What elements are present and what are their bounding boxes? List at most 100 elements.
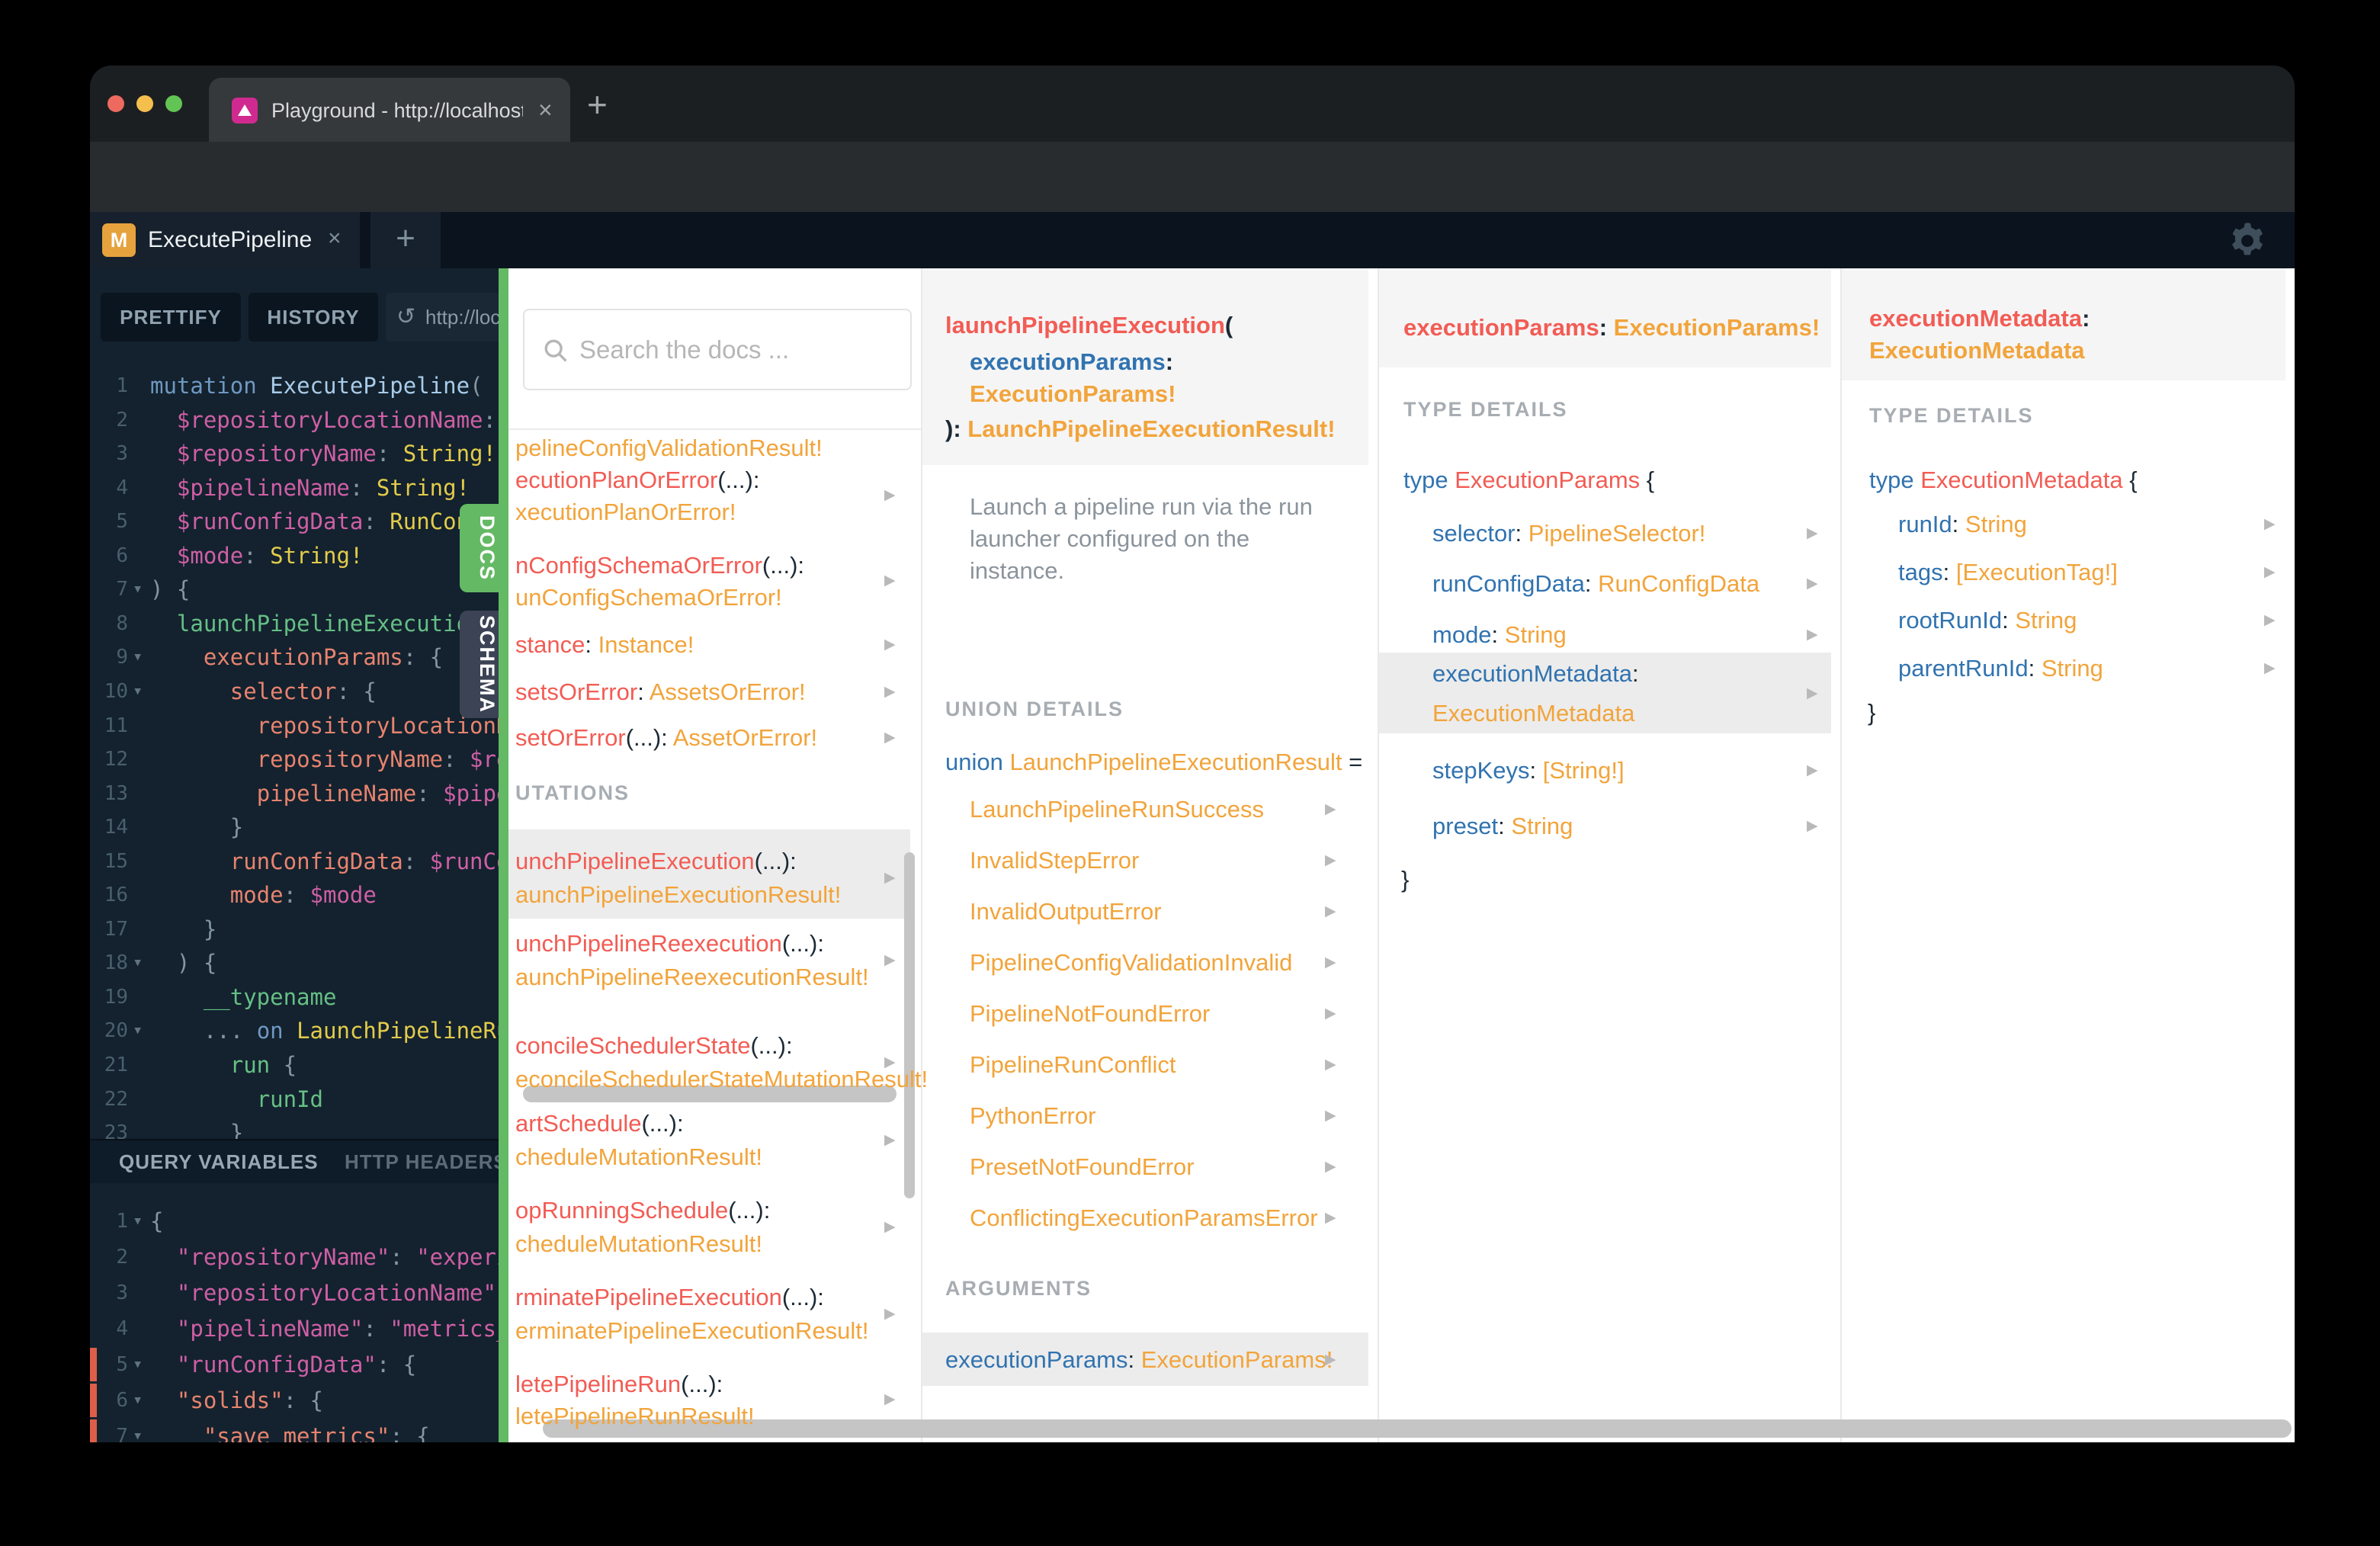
doc-field-row[interactable]: aunchPipelineExecutionResult! bbox=[515, 880, 841, 910]
doc-field-row[interactable]: rootRunId: String bbox=[1898, 605, 2077, 636]
expand-arrow-icon[interactable]: ▶ bbox=[2264, 563, 2276, 582]
code-line[interactable]: 20▾ ... on LaunchPipelineRunSuccess { bbox=[90, 1014, 508, 1047]
doc-field-row[interactable]: parentRunId: String bbox=[1898, 653, 2103, 684]
tab-query-variables[interactable]: QUERY VARIABLES bbox=[119, 1150, 319, 1174]
code-line[interactable]: 18 ▾ ) { bbox=[90, 946, 508, 980]
doc-field-row[interactable]: InvalidStepError bbox=[970, 845, 1139, 876]
code-line[interactable]: 9 ▾ executionParams: { bbox=[90, 640, 508, 674]
expand-arrow-icon[interactable]: ▶ bbox=[884, 729, 896, 747]
code-line[interactable]: 7 ▾) { bbox=[90, 573, 508, 606]
zoom-window-button[interactable] bbox=[165, 95, 182, 112]
new-tab-button[interactable]: + bbox=[587, 87, 608, 122]
doc-field-row[interactable]: artSchedule(...): bbox=[515, 1108, 684, 1139]
doc-field-row[interactable]: runConfigData: RunConfigData bbox=[1432, 569, 1759, 599]
code-line[interactable]: 8 launchPipelineExecution( bbox=[90, 607, 508, 640]
close-playground-tab-icon[interactable]: × bbox=[328, 226, 342, 252]
query-editor[interactable]: PRETTIFY HISTORY ↺ http://loc 1 mutation … bbox=[90, 268, 508, 1442]
expand-arrow-icon[interactable]: ▶ bbox=[884, 869, 896, 887]
code-line[interactable]: 14 } bbox=[90, 810, 508, 844]
doc-field-row[interactable]: InvalidOutputError bbox=[970, 896, 1162, 927]
code-line[interactable]: 19 __typename bbox=[90, 980, 508, 1014]
code-line[interactable]: 22 runId bbox=[90, 1083, 508, 1116]
expand-arrow-icon[interactable]: ▶ bbox=[1807, 575, 1818, 593]
fold-arrow-icon[interactable]: ▾ bbox=[133, 946, 143, 980]
code-line[interactable]: 12 repositoryName: $repositoryName bbox=[90, 743, 508, 776]
doc-field-row[interactable]: setOrError(...): AssetOrError! bbox=[515, 723, 817, 753]
expand-arrow-icon[interactable]: ▶ bbox=[884, 951, 896, 970]
code-line[interactable]: 7 ▾ "save_metrics": { bbox=[90, 1419, 508, 1442]
expand-arrow-icon[interactable]: ▶ bbox=[884, 1218, 896, 1236]
expand-arrow-icon[interactable]: ▶ bbox=[884, 486, 896, 505]
doc-field-row[interactable]: executionParams: ExecutionParams! bbox=[945, 1345, 1333, 1375]
expand-arrow-icon[interactable]: ▶ bbox=[884, 636, 896, 654]
expand-arrow-icon[interactable]: ▶ bbox=[884, 1131, 896, 1150]
doc-field-row[interactable]: letePipelineRunResult! bbox=[515, 1401, 755, 1432]
code-line[interactable]: 2 "repositoryName": "experimental_reposi… bbox=[90, 1240, 508, 1274]
code-line[interactable]: 10 ▾ selector: { bbox=[90, 675, 508, 708]
expand-arrow-icon[interactable]: ▶ bbox=[1325, 1056, 1336, 1074]
doc-field-row[interactable]: unConfigSchemaOrError! bbox=[515, 582, 782, 613]
code-line[interactable]: 15 runConfigData: $runConfigData bbox=[90, 845, 508, 878]
expand-arrow-icon[interactable]: ▶ bbox=[1325, 1005, 1336, 1023]
minimize-window-button[interactable] bbox=[136, 95, 153, 112]
fold-arrow-icon[interactable]: ▾ bbox=[133, 1348, 143, 1381]
expand-arrow-icon[interactable]: ▶ bbox=[1807, 626, 1818, 644]
docs-search-box[interactable] bbox=[523, 309, 912, 390]
expand-arrow-icon[interactable]: ▶ bbox=[1807, 524, 1818, 543]
expand-arrow-icon[interactable]: ▶ bbox=[1325, 800, 1336, 819]
doc-field-row[interactable]: LaunchPipelineRunSuccess bbox=[970, 794, 1264, 825]
tab-http-headers[interactable]: HTTP HEADERS bbox=[345, 1150, 508, 1174]
doc-field-row[interactable]: unchPipelineExecution(...): bbox=[515, 846, 797, 877]
doc-field-row[interactable]: opRunningSchedule(...): bbox=[515, 1195, 770, 1226]
close-tab-icon[interactable]: × bbox=[538, 96, 553, 123]
doc-field-row[interactable]: xecutionPlanOrError! bbox=[515, 497, 736, 528]
code-line[interactable]: 5 ▾ "runConfigData": { bbox=[90, 1348, 508, 1381]
expand-arrow-icon[interactable]: ▶ bbox=[1325, 1107, 1336, 1125]
doc-field-row[interactable]: erminatePipelineExecutionResult! bbox=[515, 1316, 869, 1346]
code-line[interactable]: 4 $pipelineName: String! bbox=[90, 471, 508, 505]
doc-field-row[interactable]: cheduleMutationResult! bbox=[515, 1142, 762, 1172]
doc-field-row[interactable]: econcileSchedulerStateMutationResult! bbox=[515, 1064, 928, 1095]
doc-field-row[interactable]: letePipelineRun(...): bbox=[515, 1369, 723, 1400]
doc-field-row[interactable]: rminatePipelineExecution(...): bbox=[515, 1282, 824, 1313]
expand-arrow-icon[interactable]: ▶ bbox=[1325, 852, 1336, 870]
doc-field-row[interactable]: PythonError bbox=[970, 1101, 1095, 1131]
code-line[interactable]: 11 repositoryLocationName: $repositoryLo… bbox=[90, 709, 508, 743]
settings-gear-icon[interactable] bbox=[2226, 220, 2269, 262]
doc-field-row[interactable]: ConflictingExecutionParamsError bbox=[970, 1203, 1318, 1233]
doc-field-row[interactable]: runId: String bbox=[1898, 509, 2027, 540]
doc-field-row[interactable]: setsOrError: AssetsOrError! bbox=[515, 677, 806, 707]
fold-arrow-icon[interactable]: ▾ bbox=[133, 1384, 143, 1417]
doc-field-row[interactable]: PipelineRunConflict bbox=[970, 1050, 1176, 1080]
doc-field-row[interactable]: pelineConfigValidationResult! bbox=[515, 433, 823, 463]
expand-arrow-icon[interactable]: ▶ bbox=[2264, 611, 2276, 630]
doc-field-row[interactable]: mode: String bbox=[1432, 620, 1567, 650]
code-line[interactable]: 1 ▾ { bbox=[90, 1204, 508, 1238]
new-playground-tab-button[interactable]: + bbox=[370, 212, 441, 268]
fold-arrow-icon[interactable]: ▾ bbox=[133, 1419, 143, 1442]
browser-tab[interactable]: Playground - http://localhost:3 × bbox=[209, 78, 570, 142]
doc-field-row[interactable]: nConfigSchemaOrError(...): bbox=[515, 550, 804, 581]
doc-field-row[interactable]: ecutionPlanOrError(...): bbox=[515, 465, 759, 496]
expand-arrow-icon[interactable]: ▶ bbox=[884, 1305, 896, 1323]
fold-arrow-icon[interactable]: ▾ bbox=[133, 573, 143, 606]
fold-arrow-icon[interactable]: ▾ bbox=[133, 675, 143, 708]
expand-arrow-icon[interactable]: ▶ bbox=[1807, 685, 1818, 703]
tab-schema[interactable]: SCHEMA bbox=[460, 611, 499, 718]
expand-arrow-icon[interactable]: ▶ bbox=[884, 1390, 896, 1409]
doc-field-row[interactable]: unchPipelineReexecution(...): bbox=[515, 929, 824, 959]
expand-arrow-icon[interactable]: ▶ bbox=[1325, 1351, 1336, 1369]
expand-arrow-icon[interactable]: ▶ bbox=[1807, 762, 1818, 780]
code-line[interactable]: 1 mutation ExecutePipeline( bbox=[90, 369, 508, 403]
expand-arrow-icon[interactable]: ▶ bbox=[1807, 817, 1818, 836]
code-line[interactable]: 3 $repositoryName: String! bbox=[90, 437, 508, 470]
fold-arrow-icon[interactable]: ▾ bbox=[133, 1204, 143, 1238]
expand-arrow-icon[interactable]: ▶ bbox=[884, 683, 896, 701]
fold-arrow-icon[interactable]: ▾ bbox=[133, 640, 143, 674]
expand-arrow-icon[interactable]: ▶ bbox=[2264, 659, 2276, 678]
doc-field-row[interactable]: PipelineNotFoundError bbox=[970, 999, 1210, 1029]
expand-arrow-icon[interactable]: ▶ bbox=[1325, 1209, 1336, 1227]
tab-docs[interactable]: DOCS bbox=[460, 504, 499, 592]
playground-tab-executepipeline[interactable]: M ExecutePipeline × bbox=[90, 212, 360, 268]
code-line[interactable]: 6 ▾ "solids": { bbox=[90, 1384, 508, 1417]
